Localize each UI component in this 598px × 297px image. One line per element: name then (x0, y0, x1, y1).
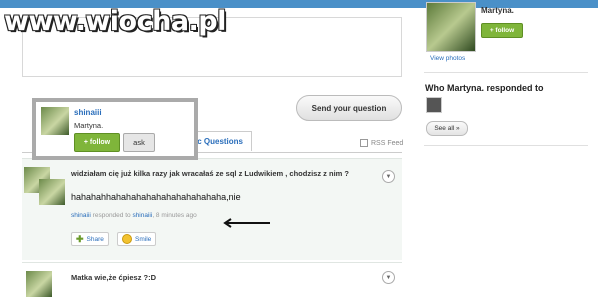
hover-real-name: Martyna. (74, 121, 104, 130)
question-text: Matka wie,że ćpiesz ?:D (71, 273, 157, 282)
responded-user-thumb[interactable] (426, 97, 442, 113)
asker-avatar (26, 271, 52, 297)
ask-button[interactable]: ask (123, 133, 155, 152)
watermark: www.wiocha.pl (4, 6, 226, 37)
meta-user-link[interactable]: shinaiii (71, 212, 91, 219)
question-item: widziałam cię już kilka razy jak wracała… (22, 158, 402, 260)
divider (424, 145, 588, 146)
smile-icon (122, 234, 132, 244)
see-all-button[interactable]: See all » (426, 121, 468, 136)
share-button[interactable]: ✚ Share (71, 232, 109, 246)
send-question-button[interactable]: Send your question (296, 95, 402, 121)
rss-icon (360, 139, 368, 147)
responder-avatar[interactable] (39, 179, 65, 205)
user-hover-card: shinaiii Martyna. + follow ask (32, 98, 198, 160)
question-text: widziałam cię już kilka razy jak wracała… (71, 169, 350, 178)
profile-follow-button[interactable]: + follow (481, 23, 523, 38)
arrow-annotation (223, 218, 270, 228)
question-item: Matka wie,że ćpiesz ?:D ▼ (22, 262, 402, 297)
responded-to-heading: Who Martyna. responded to (425, 83, 544, 93)
rss-label: RSS Feed (371, 139, 404, 147)
avatar[interactable] (41, 107, 69, 135)
chevron-down-icon[interactable]: ▼ (382, 271, 395, 284)
profile-avatar[interactable] (426, 2, 476, 52)
response-meta: shinaiii responded to shinaiii, 8 minute… (71, 212, 197, 219)
view-photos-link[interactable]: View photos (430, 55, 465, 62)
profile-name: Martyna. (481, 6, 514, 15)
smile-button[interactable]: Smile (117, 232, 157, 246)
meta-user2-link[interactable]: shinaiii (132, 212, 152, 219)
divider (424, 72, 588, 73)
answer-text: hahahahhahahahahahahahahahahaha,nie (71, 192, 241, 202)
hover-username[interactable]: shinaiii (74, 108, 102, 117)
chevron-down-icon[interactable]: ▼ (382, 170, 395, 183)
rss-feed-link[interactable]: RSS Feed (360, 139, 403, 147)
plus-icon: ✚ (76, 233, 84, 244)
follow-button[interactable]: + follow (74, 133, 120, 152)
